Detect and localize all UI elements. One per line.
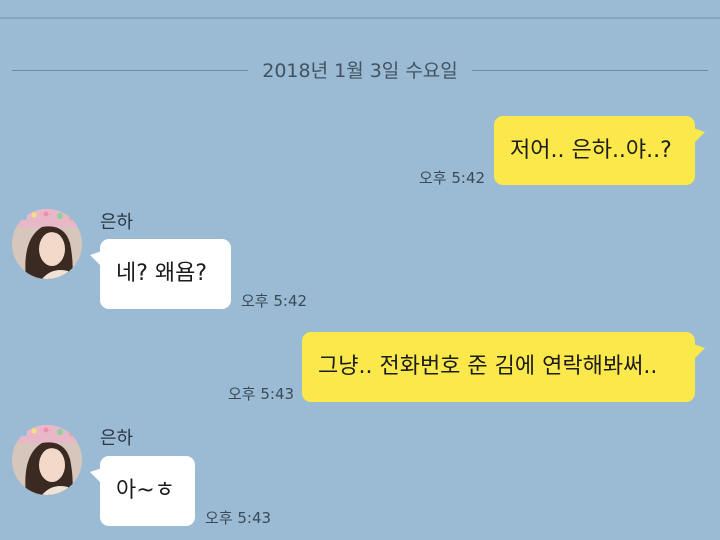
avatar-photo-icon [12,425,82,495]
message-time: 오후 5:42 [419,169,486,187]
sender-name: 은하 [100,428,134,449]
message-text: 저어.. 은하..야..? [510,138,672,163]
message-bubble[interactable]: 아~ㅎ [90,456,195,526]
avatar[interactable] [12,209,82,279]
window-top-line [0,17,720,19]
bubble-tail [90,251,102,267]
avatar[interactable] [12,425,82,495]
message-text: 네? 왜욤? [116,261,208,286]
bubble-tail [693,344,705,360]
bubble-tail [90,468,102,484]
divider-rule-left [12,70,248,71]
message-time: 오후 5:43 [205,509,272,527]
date-label: 2018년 1월 3일 수요일 [262,60,458,82]
bubble-tail [693,128,705,144]
avatar-photo-icon [12,209,82,279]
date-divider: 2018년 1월 3일 수요일 [12,58,708,84]
message-bubble[interactable]: 저어.. 은하..야..? [494,116,705,185]
message-text: 아~ㅎ [116,478,175,503]
sender-name: 은하 [100,212,134,233]
message-bubble[interactable]: 네? 왜욤? [90,239,231,309]
message-time: 오후 5:43 [228,385,295,403]
divider-rule-right [472,70,708,71]
message-bubble[interactable]: 그냥.. 전화번호 준 김에 연락해봐써.. [302,332,705,402]
message-text: 그냥.. 전화번호 준 김에 연락해봐써.. [318,354,658,379]
message-time: 오후 5:42 [241,292,308,310]
